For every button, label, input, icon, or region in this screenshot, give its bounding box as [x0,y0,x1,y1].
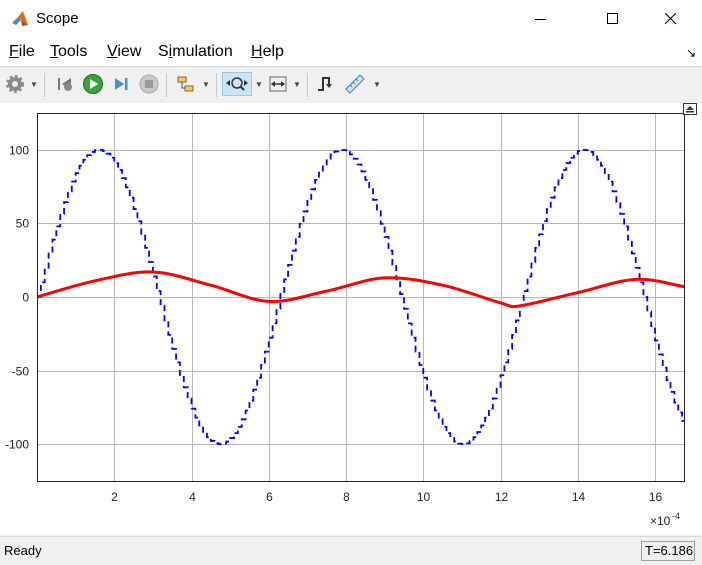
gear-icon [6,75,24,93]
x-exponent-power: -4 [672,511,680,521]
menu-view-rest: iew [117,43,142,60]
close-button[interactable] [648,0,694,38]
menu-dock-arrow-icon[interactable]: ↘ [686,46,696,60]
menu-tools-rest: ools [58,43,88,60]
x-tick-label: 14 [572,490,586,504]
status-text: Ready [4,543,42,558]
run-button[interactable] [81,72,105,96]
maximize-icon [607,13,618,24]
tick-labels: 2 4 6 8 10 12 14 16 100 50 0 -50 -100 [5,144,663,505]
maximize-button[interactable] [590,0,636,38]
minimize-button[interactable] [518,0,564,38]
window-title: Scope [36,10,79,27]
step-back-button[interactable] [53,72,77,96]
toolbar-separator [307,73,308,97]
x-tick-label: 10 [417,490,431,504]
menu-help-rest: elp [262,43,284,60]
measurement-dropdown-icon[interactable]: ▼ [373,80,381,89]
zoom-dropdown-icon[interactable]: ▼ [255,80,263,89]
run-icon [83,74,103,94]
y-tick-label: 0 [22,291,29,305]
menu-bar: File Tools View Simulation Help ↘ [0,38,702,66]
autoscale-icon [269,76,287,92]
menu-simulation-pre: S [158,43,169,60]
zoom-icon [226,77,248,91]
autoscale-button[interactable] [266,72,290,96]
simulation-time: T=6.186 [641,541,695,561]
x-tick-label: 6 [266,490,273,504]
x-tick-label: 8 [343,490,350,504]
undock-icon[interactable] [683,103,697,115]
measurement-button[interactable] [343,72,367,96]
stop-icon [139,74,159,94]
measurement-icon [345,74,365,94]
y-tick-label: 50 [16,217,30,231]
close-icon [665,13,677,25]
minimize-icon [535,19,546,20]
x-tick-label: 2 [111,490,118,504]
title-bar: Scope [0,0,702,39]
menu-file[interactable]: File [9,43,35,61]
menu-tools[interactable]: Tools [50,43,87,61]
x-exponent-label: ×10 [650,514,671,528]
autoscale-dropdown-icon[interactable]: ▼ [293,80,301,89]
menu-view[interactable]: View [107,43,141,61]
x-tick-label: 16 [649,490,663,504]
menu-help[interactable]: Help [251,43,284,61]
highlight-icon [177,76,194,92]
highlight-button[interactable] [174,72,198,96]
y-tick-label: 100 [9,144,29,158]
zoom-button[interactable] [222,72,252,96]
x-tick-label: 4 [189,490,196,504]
toolbar-separator [166,73,167,97]
step-forward-icon [115,78,128,90]
settings-button[interactable] [3,72,27,96]
trigger-button[interactable] [313,72,337,96]
highlight-dropdown-icon[interactable]: ▼ [202,80,210,89]
toolbar-separator [44,73,45,97]
grid [37,113,684,481]
menu-simulation-rest: mulation [172,43,233,60]
menu-simulation[interactable]: Simulation [158,43,233,61]
settings-dropdown-icon[interactable]: ▼ [30,80,38,89]
toolbar-separator [216,73,217,97]
step-forward-button[interactable] [109,72,133,96]
y-tick-label: -100 [5,438,29,452]
step-back-icon [58,78,72,91]
x-tick-label: 12 [495,490,509,504]
trigger-icon [318,77,332,91]
scope-plot-area: 2 4 6 8 10 12 14 16 100 50 0 -50 -100 ×10 -4 [0,103,702,535]
scope-chart[interactable]: 2 4 6 8 10 12 14 16 100 50 0 -50 -100 ×10 -4 [0,103,702,535]
status-bar: Ready T=6.186 [0,536,702,565]
menu-file-rest: ile [18,43,35,60]
y-tick-label: -50 [12,365,30,379]
stop-button[interactable] [137,72,161,96]
matlab-logo-icon [12,11,28,26]
series-red-curve [36,270,685,309]
toolbar: ▼ ▼ ▼ ▼ ▼ [0,66,702,104]
